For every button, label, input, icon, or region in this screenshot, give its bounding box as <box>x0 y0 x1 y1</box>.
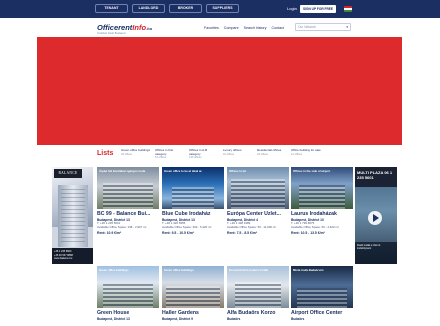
listing-card[interactable]: Offices to let Európa Center Üzlet... Bu… <box>227 167 289 235</box>
listing-tag: Korszerűsített modern irodák <box>229 268 269 272</box>
main-nav: Favorites Compare Search history Contact <box>204 26 284 30</box>
category-green[interactable]: Green office buildings 26 offices <box>121 148 151 160</box>
ad-website: www.balance.hu <box>54 257 73 260</box>
listing-tag: Minta iroda Budaörsön <box>293 268 324 272</box>
building-image <box>297 288 347 308</box>
listing-card[interactable]: Minta iroda Budaörsön Airport Office Cen… <box>291 266 353 321</box>
listing-tag: Árpád híd közelében igényes iroda <box>99 169 146 173</box>
listing-tag: Green office buildings <box>99 268 129 272</box>
building-image <box>172 187 214 209</box>
ad-headline: MULTI PLAZA 06 1 235 5601 <box>355 167 397 187</box>
top-bar: TENANT LANDLORD BROKER SUPPLIERS Login S… <box>0 0 440 18</box>
logo-accent: Info <box>132 23 147 32</box>
listing-photo[interactable]: Green office to be at ideal ar. <box>162 167 224 209</box>
listing-name[interactable]: Airport Office Center <box>291 310 353 316</box>
building-image <box>299 185 345 209</box>
listing-name[interactable]: Laurus Irodaházak <box>291 211 353 217</box>
building-image <box>166 286 220 308</box>
listing-tag: Offices to let <box>229 169 246 173</box>
left-ad-banner[interactable]: BALANCE +36 1 235 8600 +36 30 537 8888 w… <box>52 167 93 264</box>
listing-tag: Green office buildings <box>164 268 194 272</box>
network-select-label: Our Network <box>298 25 316 29</box>
building-image <box>231 179 285 209</box>
topnav-broker-button[interactable]: BROKER <box>169 4 202 13</box>
topnav-suppliers-button[interactable]: SUPPLIERS <box>206 4 239 13</box>
ad-brand: BALANCE <box>54 169 82 178</box>
category-count: 130 offices <box>189 156 202 160</box>
listing-address: Budaörs <box>291 317 305 321</box>
topnav-landlord-button[interactable]: LANDLORD <box>132 4 165 13</box>
logo-tagline: Irodaház kiadó Budapest <box>97 32 126 35</box>
listing-rent: Rent: 10.9 €/m² <box>97 230 122 235</box>
listing-name[interactable]: BC 99 - Balance Bui... <box>97 211 159 217</box>
category-count: 26 offices <box>121 152 133 156</box>
nav-contact[interactable]: Contact <box>272 26 284 30</box>
listing-name[interactable]: Green House <box>97 310 159 316</box>
building-image <box>103 284 153 308</box>
nav-compare[interactable]: Compare <box>224 26 239 30</box>
category-residential[interactable]: Residential offices 22 offices <box>257 148 287 160</box>
listing-photo[interactable]: Offices in the side of airport <box>291 167 353 209</box>
nav-favorites[interactable]: Favorites <box>204 26 219 30</box>
network-select[interactable]: Our Network ▾ <box>295 23 351 31</box>
building-image <box>235 282 281 308</box>
category-luxury[interactable]: Luxury offices 10 offices <box>223 148 253 160</box>
ad-contact: +36 1 235 8600 +36 30 537 8888 www.balan… <box>52 248 93 264</box>
listing-address: Budapest, District 13 <box>97 317 130 321</box>
listing-tag: Offices in the side of airport <box>293 169 331 173</box>
topnav-tenant-button[interactable]: TENANT <box>95 4 128 13</box>
listing-address: Budaörs <box>227 317 241 321</box>
listing-space: Available Office Space: 238 - 2,907 m² <box>97 224 147 229</box>
listing-photo[interactable]: Green office buildings <box>97 266 159 308</box>
listing-card[interactable]: Green office to be at ideal ar. Blue Cub… <box>162 167 224 235</box>
listing-photo[interactable]: Offices to let <box>227 167 289 209</box>
listing-photo[interactable]: Green office buildings <box>162 266 224 308</box>
ad-building-image <box>58 185 88 247</box>
listing-card[interactable]: Korszerűsített modern irodák Alfa Budaör… <box>227 266 289 321</box>
category-count: 10 offices <box>223 152 235 156</box>
play-icon[interactable] <box>368 211 382 225</box>
listing-card[interactable]: Árpád híd közelében igényes iroda BC 99 … <box>97 167 159 235</box>
login-link[interactable]: Login <box>287 6 297 11</box>
lists-title: Lists <box>97 150 114 157</box>
listing-name[interactable]: Európa Center Üzlet... <box>227 211 289 217</box>
top-nav: TENANT LANDLORD BROKER SUPPLIERS <box>95 4 239 13</box>
right-ad-banner[interactable]: MULTI PLAZA 06 1 235 5601 Kiadó irodák a… <box>355 167 397 264</box>
listing-name[interactable]: Alfa Budaörs Korzo <box>227 310 289 316</box>
chevron-down-icon: ▾ <box>346 25 348 29</box>
listing-space: Available Office Space: 303 - 5,420 m² <box>162 224 212 229</box>
listing-space: Available Office Space: 50 - 11,900 m² <box>227 224 277 229</box>
listing-photo[interactable]: Minta iroda Budaörsön <box>291 266 353 308</box>
category-for-sale[interactable]: Office building for sale 12 offices <box>291 148 321 160</box>
listing-name[interactable]: Haller Gardens <box>162 310 224 316</box>
ad-caption: Kiadó irodák a Váci út irodafolyosón <box>355 242 397 264</box>
nav-search-history[interactable]: Search history <box>244 26 267 30</box>
listing-name[interactable]: Blue Cube Irodaház <box>162 211 224 217</box>
category-count: 22 offices <box>257 152 269 156</box>
listing-card[interactable]: Green office buildings Green House Budap… <box>97 266 159 321</box>
category-first[interactable]: Offices in first category 51 offices <box>155 148 185 160</box>
site-logo[interactable]: OfficerentInfo.hu <box>97 23 152 32</box>
building-image <box>103 183 153 209</box>
listing-photo[interactable]: Korszerűsített modern irodák <box>227 266 289 308</box>
language-flag-icon[interactable] <box>344 6 352 12</box>
hero-banner <box>37 37 402 145</box>
logo-suffix: .hu <box>146 26 153 31</box>
listing-tag: Green office to be at ideal ar. <box>164 169 203 173</box>
listing-card[interactable]: Green office buildings Haller Gardens Bu… <box>162 266 224 321</box>
listing-address: Budapest, District 9 <box>162 317 193 321</box>
signup-button[interactable]: SIGN UP FOR FREE <box>300 5 336 13</box>
listing-card[interactable]: Offices in the side of airport Laurus Ir… <box>291 167 353 235</box>
listing-rent: Rent: 10.5 - 13.5 €/m² <box>291 230 325 235</box>
list-categories: Green office buildings 26 offices Offices… <box>121 148 321 160</box>
logo-main: Officerent <box>97 23 133 32</box>
category-count: 51 offices <box>155 156 167 160</box>
listing-photo[interactable]: Árpád híd közelében igényes iroda <box>97 167 159 209</box>
category-count: 12 offices <box>291 152 303 156</box>
site-header: OfficerentInfo.hu Irodaház kiadó Budapes… <box>0 18 440 38</box>
listing-rent: Rent: 9.5 - 10.5 €/m² <box>162 230 194 235</box>
listing-space: Available Office Space: 60 - 4,620 m² <box>291 224 339 229</box>
category-ab[interactable]: Offices in A-B category 130 offices <box>189 148 219 160</box>
listing-rent: Rent: 7.5 - 8.5 €/m² <box>227 230 257 235</box>
